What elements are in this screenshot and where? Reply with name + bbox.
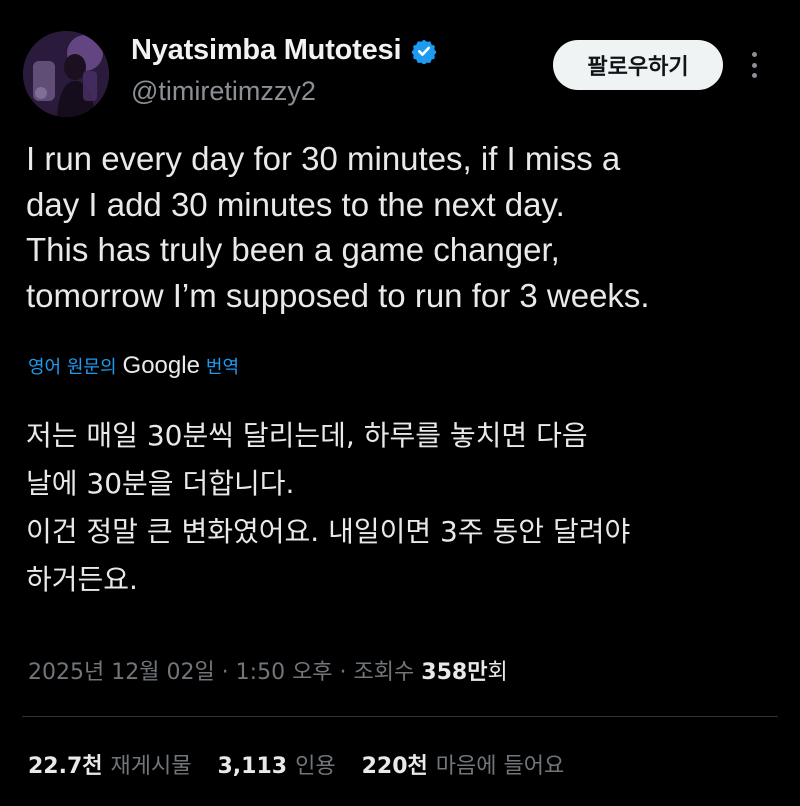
tweet-text: I run every day for 30 minutes, if I mis… — [26, 136, 786, 318]
tweet-line: day I add 30 minutes to the next day. — [26, 185, 565, 223]
quotes-stat[interactable]: 3,113 인용 — [218, 748, 336, 780]
translated-line: 날에 30분을 더합니다. — [26, 467, 295, 500]
quotes-count: 3,113 — [217, 754, 288, 779]
more-dot — [751, 52, 757, 57]
user-handle[interactable]: @timiretimzzy2 — [131, 76, 316, 107]
more-options-icon[interactable] — [746, 48, 762, 82]
reposts-count: 22.7천 — [28, 754, 103, 779]
tweet-line: tomorrow I’m supposed to run for 3 weeks… — [26, 276, 650, 314]
likes-stat[interactable]: 220천 마음에 들어요 — [362, 748, 565, 780]
translated-line: 하거든요. — [26, 563, 138, 596]
meta-separator: · — [332, 660, 354, 685]
translated-text: 저는 매일 30분씩 달리는데, 하루를 놓치면 다음 날에 30분을 더합니다… — [26, 412, 786, 604]
meta-separator: · — [214, 660, 236, 685]
follow-button[interactable]: 팔로우하기 — [553, 40, 723, 90]
views-unit: 회 — [487, 660, 508, 685]
likes-label: 마음에 들어요 — [435, 754, 565, 779]
post-date[interactable]: 2025년 12월 02일 — [28, 660, 215, 685]
reposts-stat[interactable]: 22.7천 재게시물 — [28, 748, 192, 780]
engagement-stats: 22.7천 재게시물 3,113 인용 220천 마음에 들어요 — [28, 748, 590, 780]
quotes-label: 인용 — [295, 754, 336, 779]
verified-badge-icon — [411, 39, 437, 64]
translated-line: 저는 매일 30분씩 달리는데, 하루를 놓치면 다음 — [26, 419, 588, 452]
translation-suffix[interactable]: 번역 — [206, 353, 239, 379]
views-count: 358만 — [421, 660, 488, 685]
views-label: 조회수 — [353, 660, 422, 685]
name-row: Nyatsimba Mutotesi — [131, 34, 437, 67]
likes-count: 220천 — [361, 754, 428, 779]
translated-line: 이건 정말 큰 변화였어요. 내일이면 3주 동안 달려야 — [26, 515, 631, 548]
more-dot — [751, 62, 757, 68]
divider — [22, 716, 778, 717]
reposts-label: 재게시물 — [110, 754, 192, 779]
more-dot — [751, 73, 757, 78]
google-logo: Google — [122, 352, 200, 379]
tweet-header: Nyatsimba Mutotesi @timiretimzzy2 팔로우하기 — [0, 0, 800, 125]
translation-prefix[interactable]: 영어 원문의 — [28, 353, 117, 379]
tweet-line: I run every day for 30 minutes, if I mis… — [26, 140, 621, 177]
post-time[interactable]: 1:50 오후 — [236, 660, 333, 685]
tweet-meta: 2025년 12월 02일 · 1:50 오후 · 조회수 358만회 — [28, 654, 508, 686]
avatar[interactable] — [23, 31, 109, 117]
translation-attribution[interactable]: 영어 원문의 Google 번역 — [28, 352, 239, 380]
display-name[interactable]: Nyatsimba Mutotesi — [131, 34, 402, 67]
avatar-photo-icon — [23, 31, 109, 117]
tweet-line: This has truly been a game changer, — [26, 231, 560, 268]
